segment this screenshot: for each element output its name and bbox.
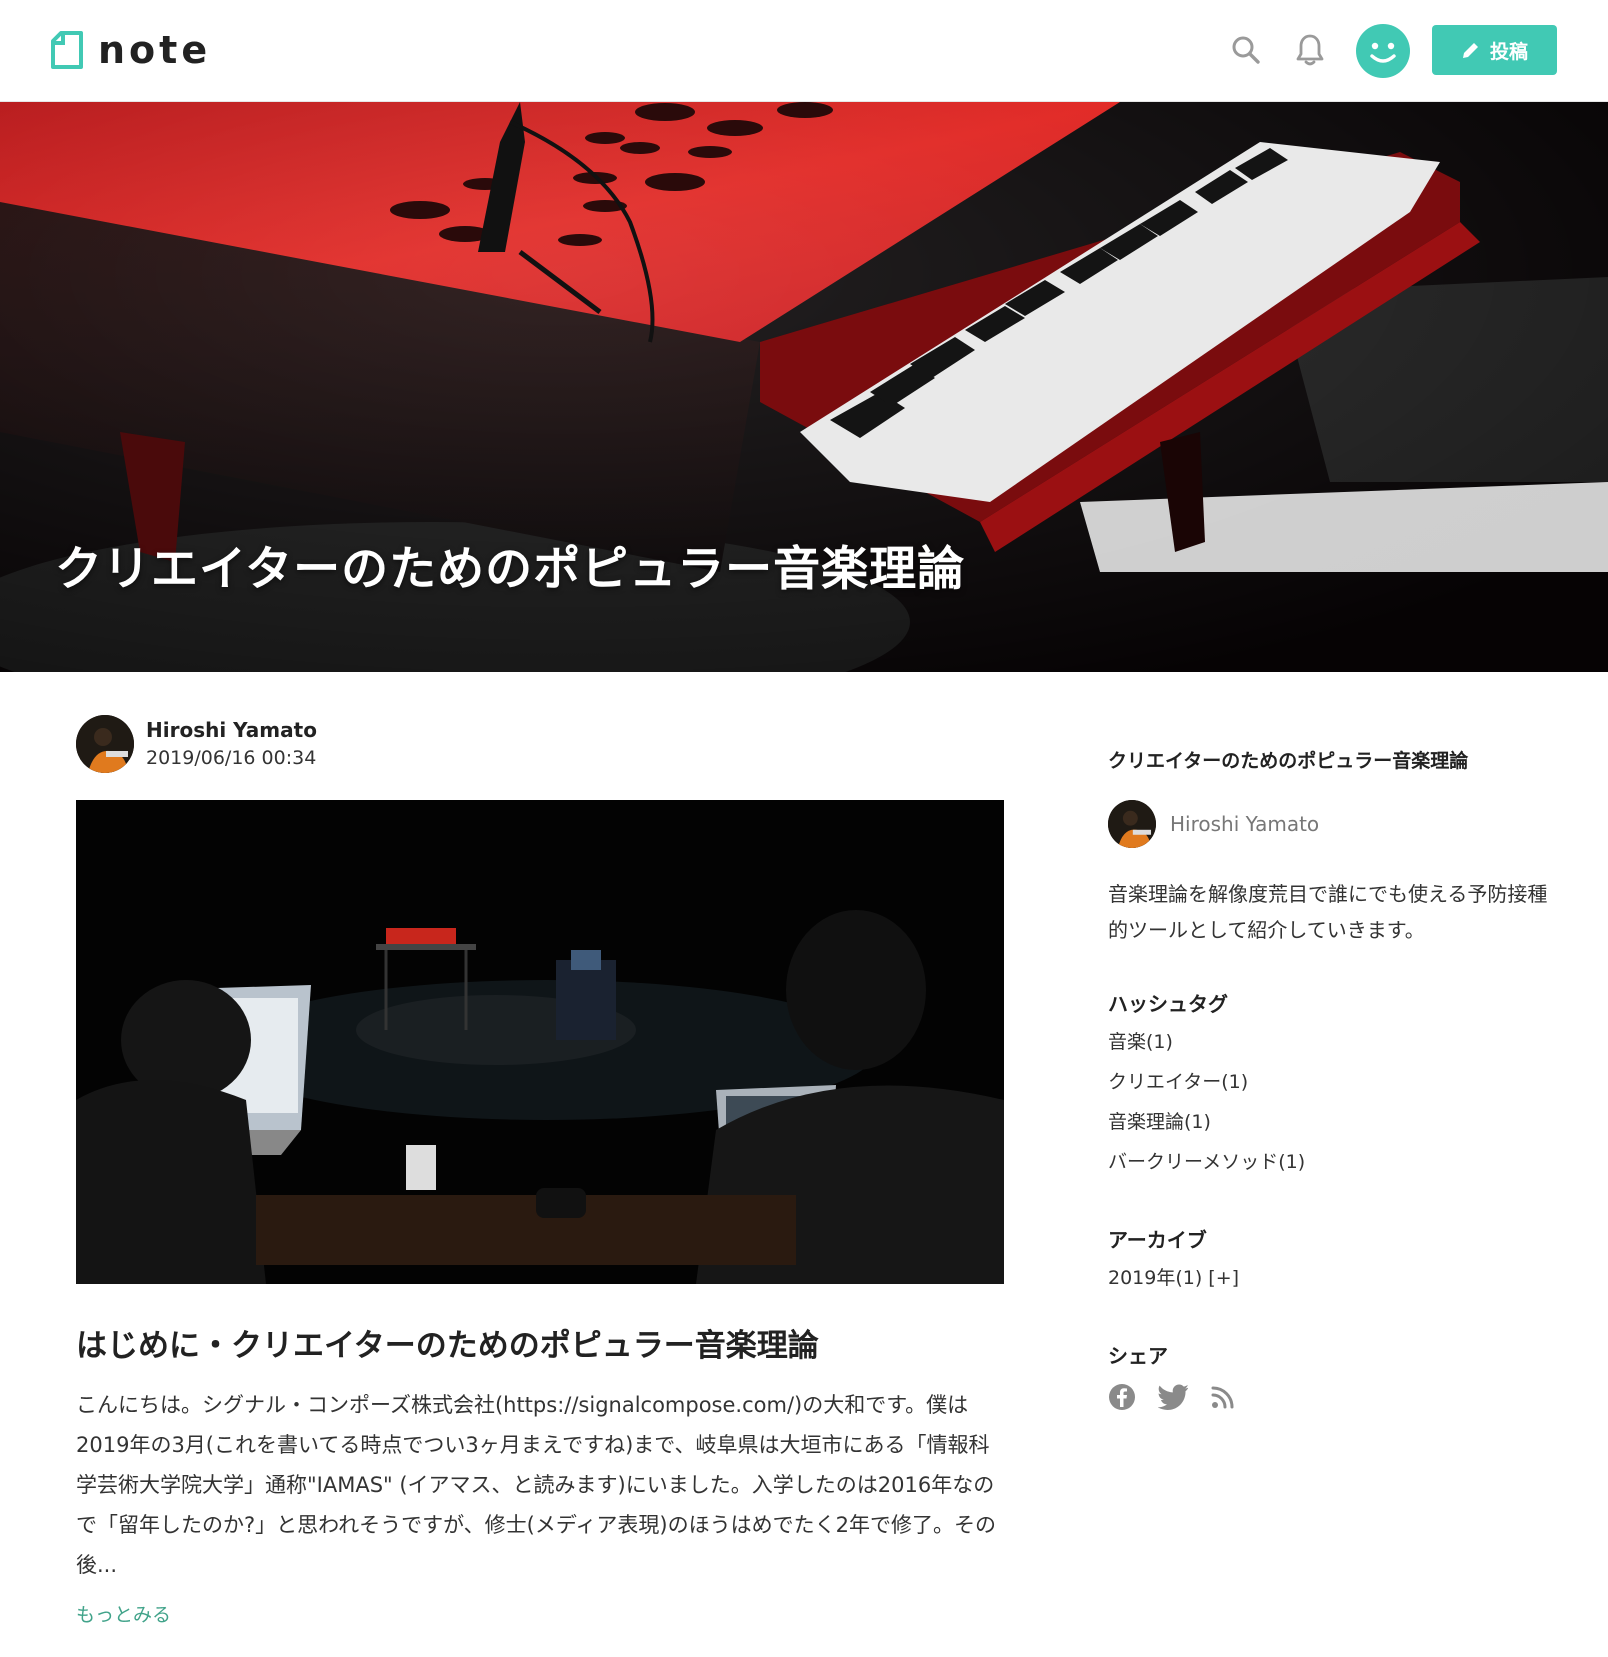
- article-excerpt: こんにちは。シグナル・コンポーズ株式会社(https://signalcompo…: [76, 1393, 996, 1577]
- smiley-icon: [1370, 42, 1396, 63]
- magazine-title[interactable]: クリエイターのためのポピュラー音楽理論: [1108, 746, 1568, 773]
- article-author: Hiroshi Yamato 2019/06/16 00:34: [76, 715, 317, 773]
- author-avatar[interactable]: [76, 715, 134, 773]
- post-button-label: 投稿: [1489, 40, 1528, 63]
- hashtag-item[interactable]: 音楽理論(1): [1108, 1102, 1568, 1142]
- facebook-icon[interactable]: [1108, 1383, 1136, 1411]
- read-more-link[interactable]: もっとみる: [76, 1600, 171, 1627]
- article-title[interactable]: はじめに・クリエイターのためのポピュラー音楽理論: [76, 1320, 819, 1365]
- note-logo-icon: [51, 31, 83, 69]
- bell-icon[interactable]: [1290, 28, 1330, 72]
- share-buttons: [1108, 1383, 1568, 1411]
- magazine-author-name[interactable]: Hiroshi Yamato: [1170, 812, 1319, 836]
- article-eyecatch-image[interactable]: [76, 800, 1004, 1284]
- hero-banner: クリエイターのためのポピュラー音楽理論: [0, 102, 1608, 672]
- rss-icon[interactable]: [1210, 1384, 1236, 1410]
- magazine-author[interactable]: Hiroshi Yamato: [1108, 800, 1568, 848]
- magazine-author-avatar[interactable]: [1108, 800, 1156, 848]
- user-avatar-button[interactable]: [1356, 24, 1410, 78]
- search-icon[interactable]: [1226, 28, 1266, 72]
- hashtag-item[interactable]: バークリーメソッド(1): [1108, 1142, 1568, 1182]
- magazine-description: 音楽理論を解像度荒目で誰にでも使える予防接種的ツールとして紹介していきます。: [1108, 882, 1548, 942]
- share-heading: シェア: [1108, 1344, 1168, 1368]
- hashtag-list: 音楽(1) クリエイター(1) 音楽理論(1) バークリーメソッド(1): [1108, 1022, 1568, 1182]
- pencil-icon: [1462, 43, 1478, 58]
- site-header: note 投稿: [0, 0, 1608, 102]
- hashtag-heading: ハッシュタグ: [1108, 992, 1228, 1016]
- author-name[interactable]: Hiroshi Yamato: [146, 716, 317, 744]
- post-button[interactable]: 投稿: [1432, 25, 1557, 75]
- twitter-icon[interactable]: [1158, 1384, 1188, 1410]
- archive-item[interactable]: 2019年(1) [+]: [1108, 1258, 1568, 1298]
- hashtag-item[interactable]: 音楽(1): [1108, 1022, 1568, 1062]
- hashtag-item[interactable]: クリエイター(1): [1108, 1062, 1568, 1102]
- logo-text: note: [98, 28, 212, 72]
- post-date: 2019/06/16 00:34: [146, 747, 317, 769]
- archive-heading: アーカイブ: [1108, 1228, 1207, 1252]
- stage-performance-photo: [76, 800, 1004, 1284]
- note-logo[interactable]: note: [50, 28, 211, 72]
- hero-title: クリエイターのためのポピュラー音楽理論: [55, 542, 966, 597]
